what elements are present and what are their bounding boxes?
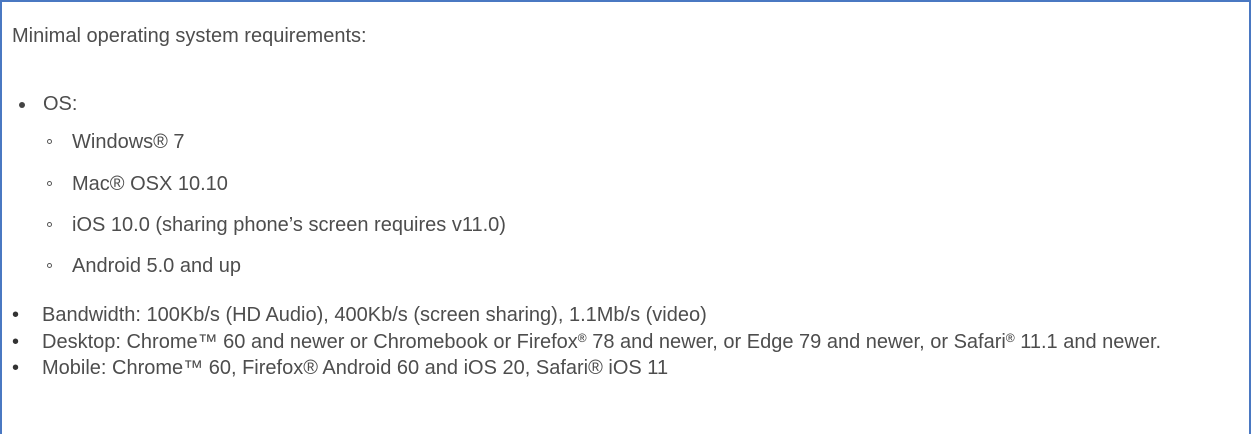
- os-item-mac: Mac® OSX 10.10: [72, 173, 228, 195]
- bandwidth-text: Bandwidth: 100Kb/s (HD Audio), 400Kb/s (…: [42, 304, 707, 326]
- circle-bullet-icon: [47, 139, 52, 144]
- mobile-item: • Mobile: Chrome™ 60, Firefox® Android 60…: [12, 355, 1242, 382]
- os-label: OS:: [43, 93, 78, 115]
- requirements-panel: Minimal operating system requirements: O…: [0, 0, 1251, 434]
- os-item-android: Android 5.0 and up: [72, 255, 242, 277]
- desktop-text-part2: 78 and newer, or Edge 79 and newer, or S…: [586, 330, 1006, 353]
- registered-mark: ®: [1005, 330, 1015, 345]
- os-item-ios: iOS 10.0 (sharing phone’s screen require…: [72, 214, 506, 236]
- bandwidth-item: • Bandwidth: 100Kb/s (HD Audio), 400Kb/s …: [12, 302, 1242, 329]
- bullet-icon: [19, 102, 25, 108]
- requirements-list: • Bandwidth: 100Kb/s (HD Audio), 400Kb/s …: [12, 302, 1242, 382]
- circle-bullet-icon: [47, 263, 52, 268]
- bullet-icon: •: [12, 304, 20, 326]
- circle-bullet-icon: [47, 222, 52, 227]
- desktop-text-part3: 11.1 and newer.: [1014, 330, 1162, 353]
- intro-text: Minimal operating system requirements:: [12, 25, 367, 47]
- desktop-item: • Desktop: Chrome™ 60 and newer or Chrome…: [12, 329, 1242, 356]
- bullet-icon: •: [12, 357, 20, 379]
- circle-bullet-icon: [47, 181, 52, 186]
- registered-mark: ®: [577, 330, 587, 345]
- bullet-icon: •: [12, 330, 20, 353]
- os-item-windows: Windows® 7: [72, 131, 185, 153]
- mobile-text: Mobile: Chrome™ 60, Firefox® Android 60 …: [42, 357, 669, 379]
- desktop-text-part1: Desktop: Chrome™ 60 and newer or Chromeb…: [42, 330, 578, 353]
